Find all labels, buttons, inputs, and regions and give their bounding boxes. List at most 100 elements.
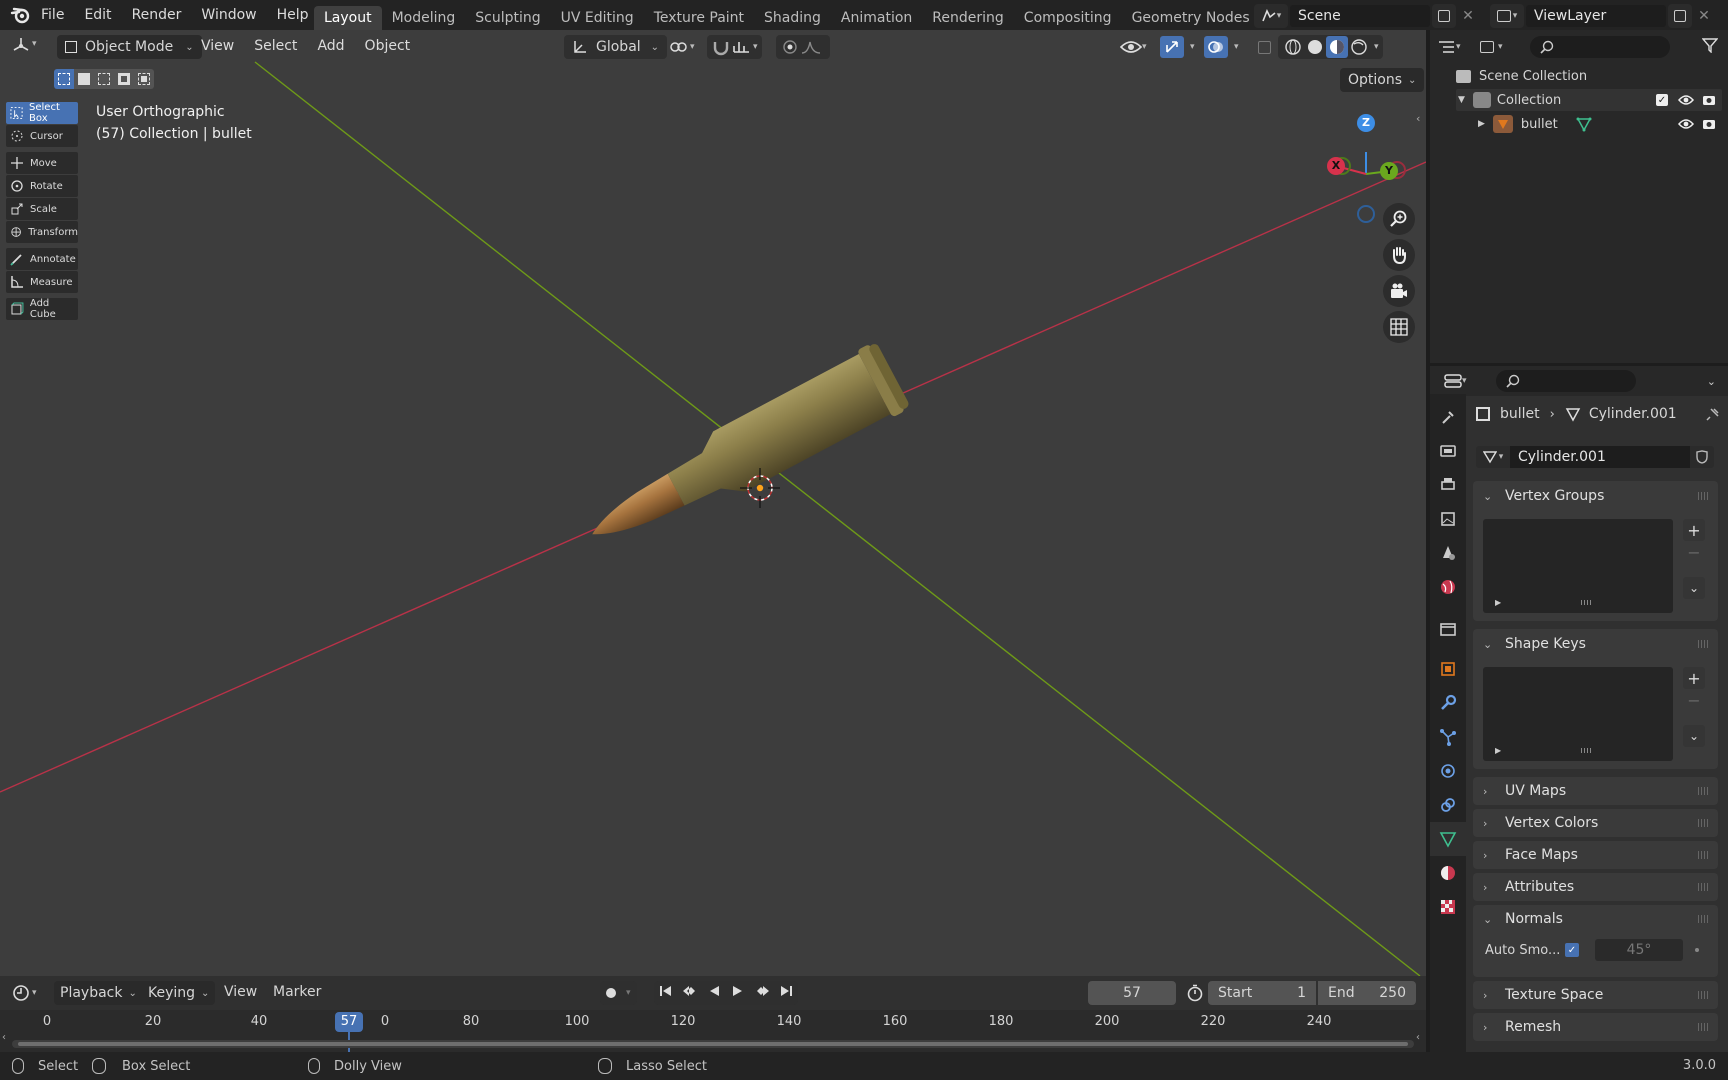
exclude-checkbox[interactable]: ✓	[1656, 94, 1668, 106]
select-invert-button[interactable]	[114, 69, 134, 89]
options-dropdown[interactable]: Options ⌄	[1340, 68, 1425, 92]
vertex-groups-header[interactable]: ⌄ Vertex Groups	[1473, 481, 1718, 511]
auto-smooth-angle-field[interactable]: 45°	[1595, 939, 1683, 961]
tab-object[interactable]	[1430, 652, 1466, 686]
options-chevron-icon[interactable]: ⌄	[1707, 375, 1716, 388]
timeline-scrollbar[interactable]	[12, 1040, 1414, 1048]
select-subtract-button[interactable]	[94, 69, 114, 89]
scene-name-field[interactable]: Scene	[1290, 5, 1430, 27]
face-maps-panel[interactable]: › Face Maps	[1473, 841, 1718, 869]
filter-button[interactable]	[1701, 37, 1719, 57]
perspective-ortho-toggle[interactable]	[1383, 311, 1415, 343]
scene-browse-button[interactable]: ▾	[1254, 4, 1288, 28]
tab-geometry-nodes[interactable]: Geometry Nodes	[1122, 6, 1260, 30]
tab-tool[interactable]	[1430, 400, 1466, 434]
tab-animation[interactable]: Animation	[831, 6, 922, 30]
add-shape-key-button[interactable]: +	[1683, 667, 1705, 689]
scroll-left-chevron-icon[interactable]: ‹	[2, 1032, 6, 1043]
pin-icon[interactable]	[1706, 407, 1720, 421]
tab-uv-editing[interactable]: UV Editing	[551, 6, 644, 30]
preview-range-toggle[interactable]	[1186, 984, 1204, 1006]
tool-select-box[interactable]: Select Box	[6, 102, 78, 124]
jump-to-keyframe-forward-button[interactable]	[750, 985, 774, 1001]
panel-grip-icon[interactable]	[1698, 915, 1710, 923]
tab-world[interactable]	[1430, 570, 1466, 604]
solid-shading-icon[interactable]	[1304, 38, 1326, 56]
panel-grip-icon[interactable]	[1698, 819, 1710, 827]
jump-to-start-button[interactable]	[654, 985, 678, 1001]
tab-scene[interactable]	[1430, 536, 1466, 570]
tab-view-layer[interactable]	[1430, 502, 1466, 536]
tab-data[interactable]	[1430, 822, 1466, 856]
tab-collection[interactable]	[1430, 612, 1466, 646]
properties-editor-type-button[interactable]: ▾	[1444, 373, 1480, 389]
camera-render-icon[interactable]	[1702, 118, 1716, 130]
remove-shape-key-button[interactable]: −	[1683, 689, 1705, 711]
animate-property-icon[interactable]	[1695, 948, 1699, 952]
panel-grip-icon[interactable]	[1698, 851, 1710, 859]
frame-end-field[interactable]: End 250	[1318, 981, 1416, 1005]
scrollbar-thumb[interactable]	[18, 1042, 1408, 1046]
select-extend-button[interactable]	[74, 69, 94, 89]
pivot-point-button[interactable]: ▾	[668, 35, 695, 59]
tab-render[interactable]	[1430, 434, 1466, 468]
timeline-editor-type-button[interactable]: ▾	[12, 984, 37, 1002]
tool-add-cube[interactable]: Add Cube	[6, 298, 78, 320]
remove-vertex-group-button[interactable]: −	[1683, 541, 1705, 563]
wireframe-shading-icon[interactable]	[1282, 38, 1304, 56]
gizmo-toggle[interactable]: ▾	[1160, 36, 1204, 58]
eye-icon[interactable]	[1678, 94, 1694, 106]
outliner-editor-type-button[interactable]: ▾	[1438, 40, 1472, 54]
fake-user-button[interactable]	[1690, 446, 1714, 468]
list-expand-arrow-icon[interactable]: ▶	[1495, 598, 1501, 607]
delete-view-layer-icon[interactable]: ✕	[1692, 8, 1716, 24]
playhead-frame-indicator[interactable]: 57	[335, 1012, 363, 1032]
tab-physics[interactable]	[1430, 754, 1466, 788]
new-scene-button[interactable]	[1432, 4, 1456, 28]
browse-mesh-button[interactable]: ▾	[1476, 446, 1510, 468]
tab-sculpting[interactable]: Sculpting	[465, 6, 550, 30]
view-layer-name-field[interactable]: ViewLayer	[1526, 5, 1666, 27]
menu-view[interactable]: View	[193, 38, 242, 54]
tab-layout[interactable]: Layout	[314, 6, 382, 30]
menu-select[interactable]: Select	[246, 38, 305, 54]
panel-grip-icon[interactable]	[1698, 1023, 1710, 1031]
select-intersect-button[interactable]	[134, 69, 154, 89]
tab-compositing[interactable]: Compositing	[1014, 6, 1122, 30]
tab-material[interactable]	[1430, 856, 1466, 890]
panel-grip-icon[interactable]	[1698, 991, 1710, 999]
overlays-toggle[interactable]: ▾	[1204, 36, 1250, 58]
snap-toggle[interactable]: ▾	[707, 35, 762, 59]
menu-window[interactable]: Window	[191, 0, 266, 30]
new-view-layer-button[interactable]	[1668, 4, 1692, 28]
expand-arrow-icon[interactable]: ▼	[1458, 95, 1465, 105]
tab-modifiers[interactable]	[1430, 686, 1466, 720]
tab-constraints[interactable]	[1430, 788, 1466, 822]
tab-shading[interactable]: Shading	[754, 6, 831, 30]
gizmo-x-axis[interactable]: X	[1327, 157, 1345, 175]
marker-menu[interactable]: Marker	[273, 984, 321, 1000]
tool-measure[interactable]: Measure	[6, 271, 78, 293]
vertex-colors-panel[interactable]: › Vertex Colors	[1473, 809, 1718, 837]
shape-keys-list[interactable]: ▶	[1483, 667, 1673, 761]
shape-keys-header[interactable]: ⌄ Shape Keys	[1473, 629, 1718, 659]
tool-rotate[interactable]: Rotate	[6, 175, 78, 197]
timeline-view-menu[interactable]: View	[224, 984, 257, 1000]
gizmo-y-axis[interactable]: Y	[1380, 162, 1398, 180]
proportional-editing[interactable]	[776, 35, 830, 59]
list-resize-grip-icon[interactable]	[1581, 600, 1593, 605]
tab-rendering[interactable]: Rendering	[922, 6, 1014, 30]
eye-icon[interactable]	[1678, 118, 1694, 130]
properties-search-input[interactable]	[1496, 370, 1636, 392]
3d-viewport[interactable]: Z Y X ▾ Object Mode ⌄ View Select Add Ob…	[0, 30, 1426, 976]
collection-row[interactable]: ▼ Collection ✓	[1456, 89, 1722, 111]
scroll-right-chevron-icon[interactable]: ‹	[1416, 1032, 1420, 1043]
list-expand-arrow-icon[interactable]: ▶	[1495, 746, 1501, 755]
jump-to-end-button[interactable]	[774, 985, 798, 1001]
tool-transform[interactable]: Transform	[6, 221, 78, 243]
auto-keying-toggle[interactable]: ▾	[600, 981, 637, 1005]
tab-modeling[interactable]: Modeling	[382, 6, 466, 30]
vertex-group-specials-button[interactable]: ⌄	[1683, 577, 1705, 599]
current-frame-field[interactable]: 57	[1088, 981, 1176, 1005]
zoom-button[interactable]	[1383, 203, 1415, 235]
